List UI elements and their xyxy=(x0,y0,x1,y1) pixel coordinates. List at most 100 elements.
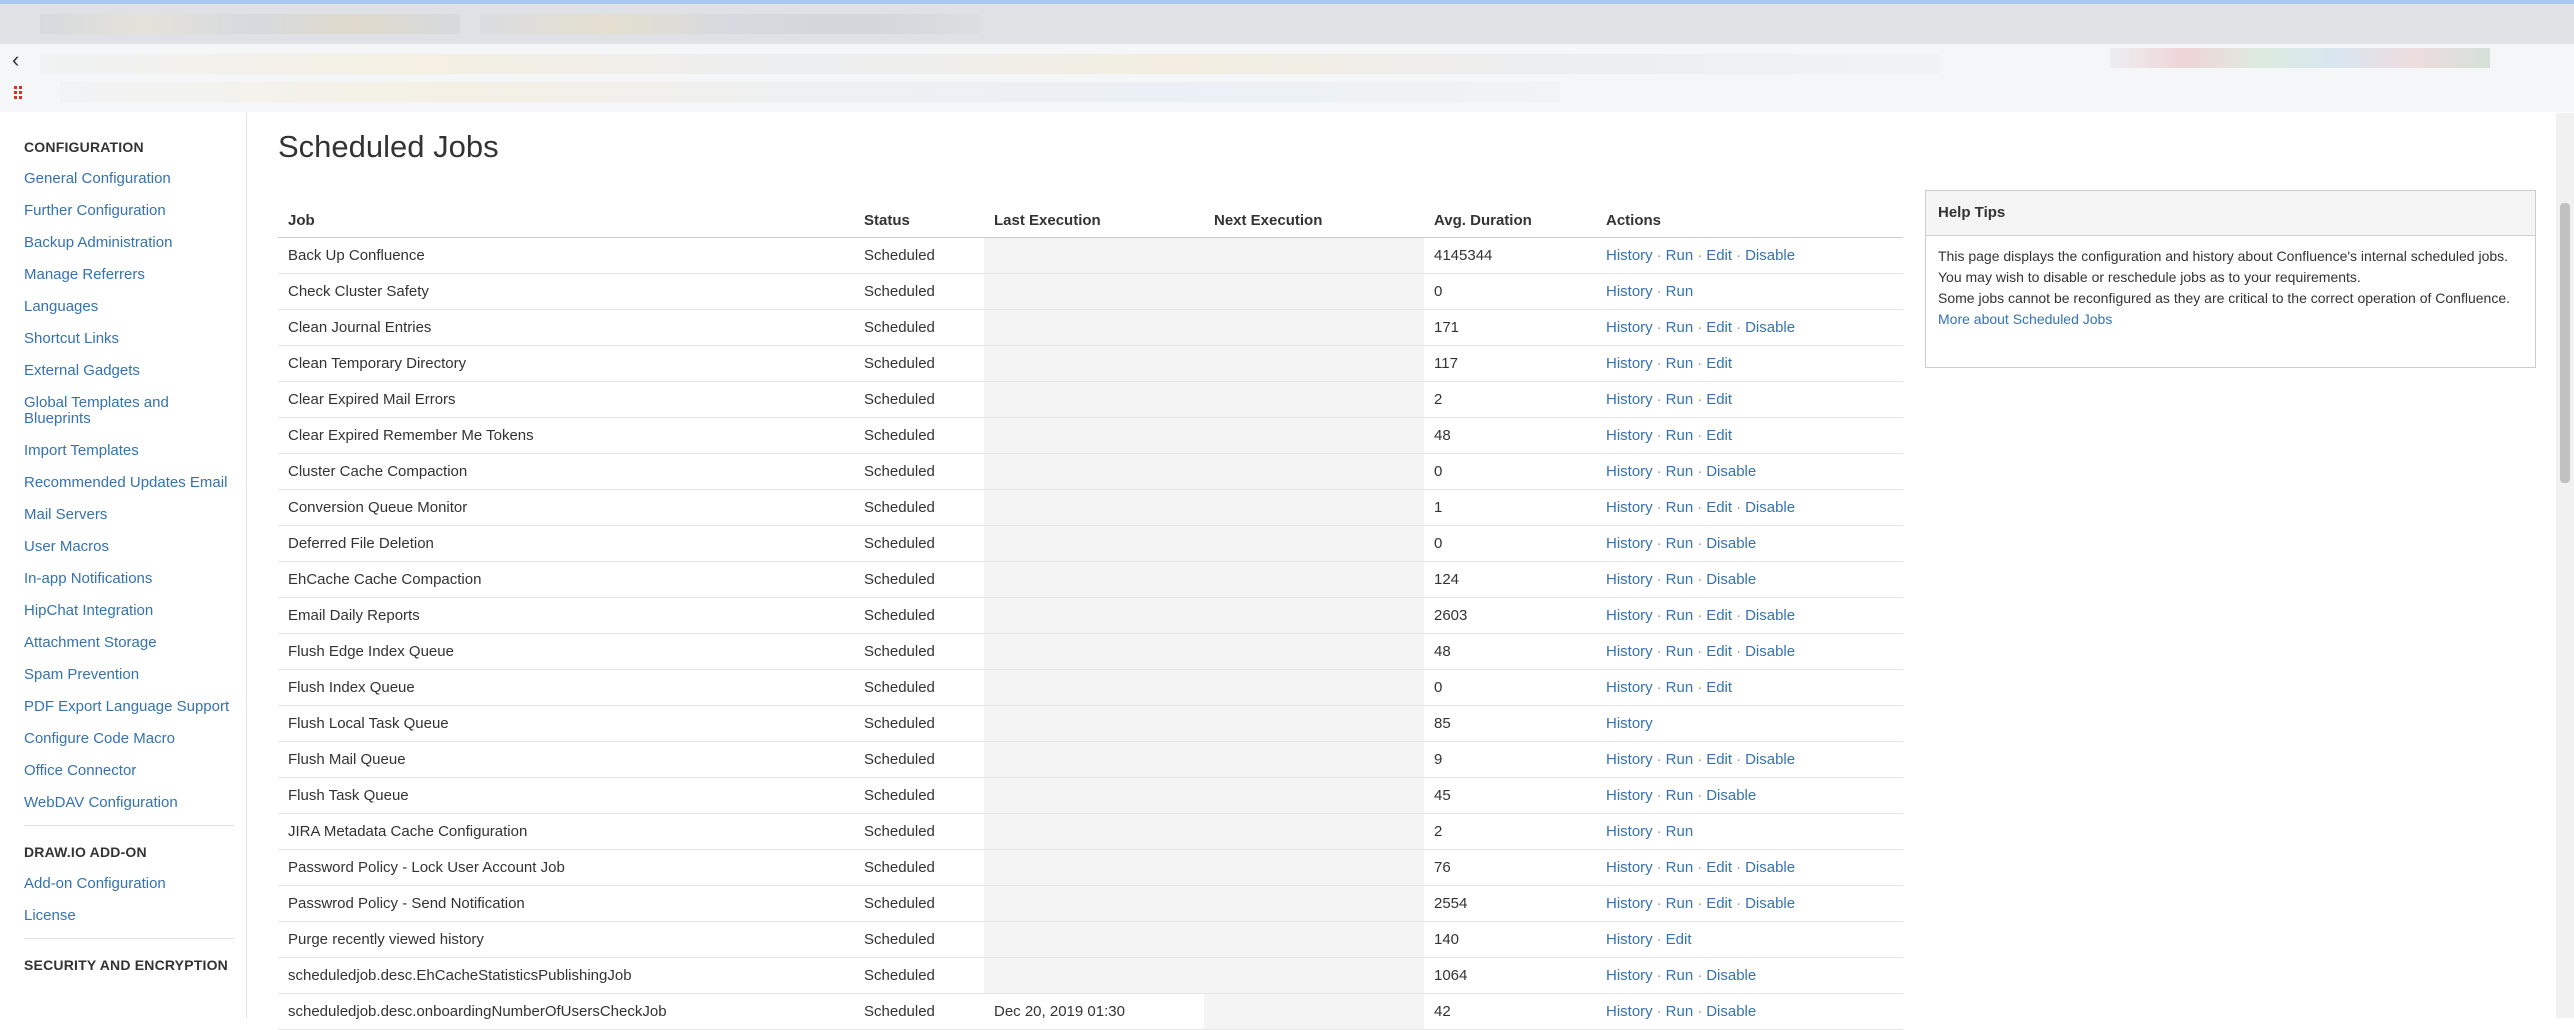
job-status-cell: Scheduled xyxy=(854,597,984,634)
action-run-link[interactable]: Run xyxy=(1666,751,1694,768)
action-edit-link[interactable]: Edit xyxy=(1706,499,1732,516)
action-run-link[interactable]: Run xyxy=(1666,247,1694,264)
action-separator: · xyxy=(1656,931,1662,948)
more-about-scheduled-jobs-link[interactable]: More about Scheduled Jobs xyxy=(1938,311,2112,327)
action-disable-link[interactable]: Disable xyxy=(1745,859,1795,876)
action-run-link[interactable]: Run xyxy=(1666,283,1694,300)
page-scrollbar[interactable] xyxy=(2556,113,2574,1018)
action-history-link[interactable]: History xyxy=(1606,355,1653,372)
action-history-link[interactable]: History xyxy=(1606,967,1653,984)
sidebar-item-shortcut-links[interactable]: Shortcut Links xyxy=(0,323,246,355)
action-history-link[interactable]: History xyxy=(1606,859,1653,876)
apps-grid-icon[interactable] xyxy=(14,86,26,99)
action-disable-link[interactable]: Disable xyxy=(1706,787,1756,804)
action-history-link[interactable]: History xyxy=(1606,679,1653,696)
sidebar-item-hipchat-integration[interactable]: HipChat Integration xyxy=(0,595,246,627)
action-history-link[interactable]: History xyxy=(1606,391,1653,408)
job-status-cell: Scheduled xyxy=(854,417,984,454)
action-edit-link[interactable]: Edit xyxy=(1706,643,1732,660)
action-run-link[interactable]: Run xyxy=(1666,823,1694,840)
sidebar-item-further-configuration[interactable]: Further Configuration xyxy=(0,195,246,227)
sidebar-item-manage-referrers[interactable]: Manage Referrers xyxy=(0,259,246,291)
action-history-link[interactable]: History xyxy=(1606,319,1653,336)
action-run-link[interactable]: Run xyxy=(1666,643,1694,660)
action-history-link[interactable]: History xyxy=(1606,463,1653,480)
action-disable-link[interactable]: Disable xyxy=(1745,247,1795,264)
action-history-link[interactable]: History xyxy=(1606,283,1653,300)
action-disable-link[interactable]: Disable xyxy=(1745,895,1795,912)
action-run-link[interactable]: Run xyxy=(1666,967,1694,984)
action-edit-link[interactable]: Edit xyxy=(1706,319,1732,336)
action-run-link[interactable]: Run xyxy=(1666,535,1694,552)
scrollbar-thumb[interactable] xyxy=(2560,203,2570,483)
sidebar-item-mail-servers[interactable]: Mail Servers xyxy=(0,499,246,531)
action-edit-link[interactable]: Edit xyxy=(1706,355,1732,372)
action-history-link[interactable]: History xyxy=(1606,787,1653,804)
action-disable-link[interactable]: Disable xyxy=(1745,751,1795,768)
action-disable-link[interactable]: Disable xyxy=(1706,535,1756,552)
action-run-link[interactable]: Run xyxy=(1666,319,1694,336)
action-history-link[interactable]: History xyxy=(1606,427,1653,444)
action-edit-link[interactable]: Edit xyxy=(1706,247,1732,264)
action-edit-link[interactable]: Edit xyxy=(1706,607,1732,624)
sidebar-item-add-on-configuration[interactable]: Add-on Configuration xyxy=(0,868,246,900)
avg-duration-cell: 2603 xyxy=(1424,597,1596,634)
action-edit-link[interactable]: Edit xyxy=(1666,931,1692,948)
sidebar-item-external-gadgets[interactable]: External Gadgets xyxy=(0,355,246,387)
sidebar-item-office-connector[interactable]: Office Connector xyxy=(0,755,246,787)
action-history-link[interactable]: History xyxy=(1606,571,1653,588)
action-disable-link[interactable]: Disable xyxy=(1706,463,1756,480)
action-run-link[interactable]: Run xyxy=(1666,787,1694,804)
action-disable-link[interactable]: Disable xyxy=(1745,607,1795,624)
action-run-link[interactable]: Run xyxy=(1666,571,1694,588)
sidebar-item-user-macros[interactable]: User Macros xyxy=(0,531,246,563)
action-history-link[interactable]: History xyxy=(1606,607,1653,624)
sidebar-item-webdav-configuration[interactable]: WebDAV Configuration xyxy=(0,787,246,819)
action-history-link[interactable]: History xyxy=(1606,499,1653,516)
action-edit-link[interactable]: Edit xyxy=(1706,895,1732,912)
action-history-link[interactable]: History xyxy=(1606,643,1653,660)
back-arrow-icon[interactable]: ‹ xyxy=(12,48,36,72)
action-edit-link[interactable]: Edit xyxy=(1706,391,1732,408)
sidebar-item-in-app-notifications[interactable]: In-app Notifications xyxy=(0,563,246,595)
sidebar-item-recommended-updates-email[interactable]: Recommended Updates Email xyxy=(0,467,246,499)
action-history-link[interactable]: History xyxy=(1606,931,1653,948)
action-disable-link[interactable]: Disable xyxy=(1706,967,1756,984)
action-history-link[interactable]: History xyxy=(1606,715,1653,732)
action-history-link[interactable]: History xyxy=(1606,535,1653,552)
action-disable-link[interactable]: Disable xyxy=(1706,1003,1756,1020)
sidebar-item-global-templates-and-blueprints[interactable]: Global Templates and Blueprints xyxy=(0,387,246,435)
action-disable-link[interactable]: Disable xyxy=(1745,319,1795,336)
sidebar-item-spam-prevention[interactable]: Spam Prevention xyxy=(0,659,246,691)
action-run-link[interactable]: Run xyxy=(1666,355,1694,372)
action-history-link[interactable]: History xyxy=(1606,751,1653,768)
sidebar-item-backup-administration[interactable]: Backup Administration xyxy=(0,227,246,259)
action-edit-link[interactable]: Edit xyxy=(1706,427,1732,444)
sidebar-item-languages[interactable]: Languages xyxy=(0,291,246,323)
action-run-link[interactable]: Run xyxy=(1666,859,1694,876)
sidebar-item-configure-code-macro[interactable]: Configure Code Macro xyxy=(0,723,246,755)
action-run-link[interactable]: Run xyxy=(1666,1003,1694,1020)
action-edit-link[interactable]: Edit xyxy=(1706,679,1732,696)
action-disable-link[interactable]: Disable xyxy=(1745,499,1795,516)
sidebar-item-general-configuration[interactable]: General Configuration xyxy=(0,163,246,195)
action-history-link[interactable]: History xyxy=(1606,823,1653,840)
action-run-link[interactable]: Run xyxy=(1666,463,1694,480)
action-run-link[interactable]: Run xyxy=(1666,391,1694,408)
action-run-link[interactable]: Run xyxy=(1666,895,1694,912)
action-disable-link[interactable]: Disable xyxy=(1706,571,1756,588)
action-run-link[interactable]: Run xyxy=(1666,427,1694,444)
action-run-link[interactable]: Run xyxy=(1666,679,1694,696)
sidebar-item-license[interactable]: License xyxy=(0,900,246,932)
action-run-link[interactable]: Run xyxy=(1666,499,1694,516)
action-edit-link[interactable]: Edit xyxy=(1706,751,1732,768)
action-edit-link[interactable]: Edit xyxy=(1706,859,1732,876)
action-disable-link[interactable]: Disable xyxy=(1745,643,1795,660)
action-run-link[interactable]: Run xyxy=(1666,607,1694,624)
action-history-link[interactable]: History xyxy=(1606,1003,1653,1020)
action-history-link[interactable]: History xyxy=(1606,247,1653,264)
sidebar-item-attachment-storage[interactable]: Attachment Storage xyxy=(0,627,246,659)
sidebar-item-import-templates[interactable]: Import Templates xyxy=(0,435,246,467)
sidebar-item-pdf-export-language-support[interactable]: PDF Export Language Support xyxy=(0,691,246,723)
action-history-link[interactable]: History xyxy=(1606,895,1653,912)
